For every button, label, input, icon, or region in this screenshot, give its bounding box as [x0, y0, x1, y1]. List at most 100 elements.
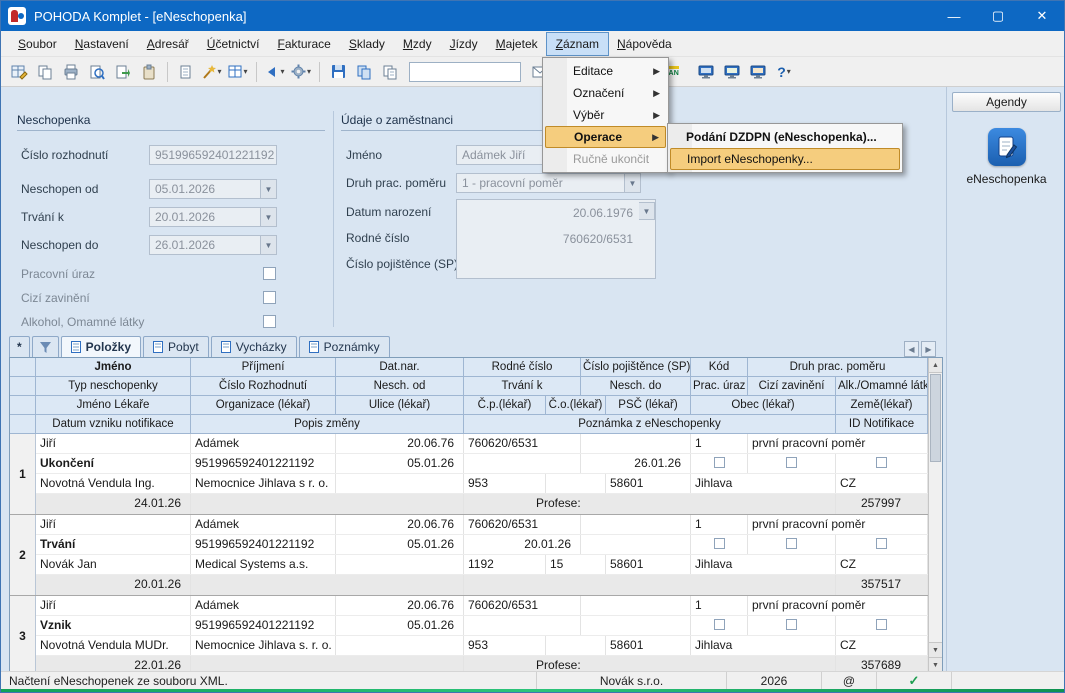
- grid-vertical-scrollbar[interactable]: ▲ ▼ ▼: [928, 358, 942, 672]
- cizi-zavineni-grid-checkbox[interactable]: [786, 619, 797, 630]
- copy-record-icon[interactable]: [33, 60, 57, 84]
- col-prac-uraz[interactable]: Prac. úraz: [691, 377, 748, 396]
- table-record[interactable]: 1 Jiří Adámek 20.06.76 760620/6531 1 prv…: [10, 434, 928, 515]
- col-organizace[interactable]: Organizace (lékař): [191, 396, 336, 415]
- tab-poznamky[interactable]: Poznámky: [299, 336, 390, 357]
- col-cizi-zavineni[interactable]: Cizí zavinění: [748, 377, 836, 396]
- menu-item-podani-dzdpn[interactable]: Podání DZDPN (eNeschopenka)...: [670, 126, 900, 148]
- druh-pomeru-dropdown[interactable]: ▼: [625, 173, 641, 193]
- menu-item-editace[interactable]: Editace▶: [545, 60, 666, 82]
- help-icon[interactable]: ?▾: [772, 60, 796, 84]
- menu-zaznam[interactable]: Záznam: [547, 33, 608, 55]
- export-icon[interactable]: [111, 60, 135, 84]
- cizi-zavineni-grid-checkbox[interactable]: [786, 457, 797, 468]
- col-prijmeni[interactable]: Příjmení: [191, 358, 336, 377]
- col-alk[interactable]: Alk./Omamné látky: [836, 377, 928, 396]
- menu-item-operace[interactable]: Operace▶: [545, 126, 666, 148]
- cizi-zavineni-grid-checkbox[interactable]: [786, 538, 797, 549]
- menu-nastaveni[interactable]: Nastavení: [66, 33, 138, 55]
- record-editor-icon[interactable]: [7, 60, 31, 84]
- menu-soubor[interactable]: Soubor: [9, 33, 66, 55]
- col-ulice[interactable]: Ulice (lékař): [336, 396, 464, 415]
- alk-grid-checkbox[interactable]: [876, 619, 887, 630]
- col-cislo-rozhodnuti[interactable]: Číslo Rozhodnutí: [191, 377, 336, 396]
- col-rodne-cislo[interactable]: Rodné číslo: [464, 358, 581, 377]
- scroll-down-button[interactable]: ▼: [929, 642, 942, 657]
- menu-item-oznaceni[interactable]: Označení▶: [545, 82, 666, 104]
- actions-wand-icon[interactable]: ▾: [200, 60, 224, 84]
- trvani-k-field[interactable]: 20.01.2026: [149, 207, 261, 227]
- tab-asterisk[interactable]: *: [9, 336, 30, 357]
- col-jmeno-lekare[interactable]: Jméno Lékaře: [36, 396, 191, 415]
- menu-napoveda[interactable]: Nápověda: [608, 33, 681, 55]
- alk-grid-checkbox[interactable]: [876, 457, 887, 468]
- maximize-button[interactable]: ▢: [976, 1, 1020, 31]
- alkohol-checkbox[interactable]: [263, 315, 276, 328]
- agenda-eneschopenka[interactable]: eNeschopenka: [947, 128, 1065, 186]
- trvani-k-dropdown[interactable]: ▼: [261, 207, 277, 227]
- menu-ucetnictvi[interactable]: Účetnictví: [198, 33, 269, 55]
- col-datum-notifikace[interactable]: Datum vzniku notifikace: [36, 415, 191, 434]
- scroll-up-button[interactable]: ▲: [929, 358, 942, 373]
- scrollbar-thumb[interactable]: [930, 374, 941, 462]
- neschopen-od-dropdown[interactable]: ▼: [261, 179, 277, 199]
- monitor-icon[interactable]: [720, 60, 744, 84]
- alk-grid-checkbox[interactable]: [876, 538, 887, 549]
- table-record[interactable]: 2 Jiří Adámek 20.06.76 760620/6531 1 prv…: [10, 515, 928, 596]
- datum-narozeni-dropdown[interactable]: ▼: [639, 202, 655, 220]
- pages-blue-icon[interactable]: [352, 60, 376, 84]
- col-id-notifikace[interactable]: ID Notifikace: [836, 415, 928, 434]
- clipboard-icon[interactable]: [137, 60, 161, 84]
- neschopen-do-dropdown[interactable]: ▼: [261, 235, 277, 255]
- new-page-icon[interactable]: [174, 60, 198, 84]
- col-druh-pomeru[interactable]: Druh prac. poměru: [748, 358, 928, 377]
- neschopen-od-field[interactable]: 05.01.2026: [149, 179, 261, 199]
- menu-majetek[interactable]: Majetek: [487, 33, 547, 55]
- col-trvani-k[interactable]: Trvání k: [464, 377, 581, 396]
- menu-adresar[interactable]: Adresář: [138, 33, 198, 55]
- copy-icon[interactable]: [378, 60, 402, 84]
- col-datnar[interactable]: Dat.nar.: [336, 358, 464, 377]
- col-popis-zmeny[interactable]: Popis změny: [191, 415, 464, 434]
- col-obec[interactable]: Obec (lékař): [691, 396, 836, 415]
- agendy-header[interactable]: Agendy: [952, 92, 1061, 112]
- prac-uraz-grid-checkbox[interactable]: [714, 457, 725, 468]
- settings-gear-icon[interactable]: ▾: [289, 60, 313, 84]
- tab-scroll-right[interactable]: ▶: [921, 341, 936, 357]
- menu-item-import-eneschopenky[interactable]: Import eNeschopenky...: [670, 148, 900, 170]
- tab-filter[interactable]: [32, 336, 59, 357]
- tab-pobyt[interactable]: Pobyt: [143, 336, 209, 357]
- col-kod[interactable]: Kód: [691, 358, 748, 377]
- pracovni-uraz-checkbox[interactable]: [263, 267, 276, 280]
- col-co[interactable]: Č.o.(lékař): [546, 396, 606, 415]
- col-cislo-pojistence[interactable]: Číslo pojištěnce (SP): [581, 358, 691, 377]
- cislo-pojistence-value[interactable]: [457, 252, 655, 278]
- scroll-end-button[interactable]: ▼: [929, 657, 942, 672]
- minimize-button[interactable]: —: [932, 1, 976, 31]
- save-icon[interactable]: [326, 60, 350, 84]
- tab-vychazky[interactable]: Vycházky: [211, 336, 297, 357]
- druh-pomeru-field[interactable]: 1 - pracovní poměr: [456, 173, 625, 193]
- back-arrow-icon[interactable]: ▾: [263, 60, 287, 84]
- menu-jizdy[interactable]: Jízdy: [441, 33, 487, 55]
- print-preview-icon[interactable]: [85, 60, 109, 84]
- menu-sklady[interactable]: Sklady: [340, 33, 394, 55]
- prac-uraz-grid-checkbox[interactable]: [714, 538, 725, 549]
- col-cp[interactable]: Č.p.(lékař): [464, 396, 546, 415]
- prac-uraz-grid-checkbox[interactable]: [714, 619, 725, 630]
- print-icon[interactable]: [59, 60, 83, 84]
- reports-grid-icon[interactable]: ▾: [226, 60, 250, 84]
- col-nesch-do[interactable]: Nesch. do: [581, 377, 691, 396]
- datum-narozeni-value[interactable]: 20.06.1976: [457, 200, 655, 226]
- monitor-icon[interactable]: [746, 60, 770, 84]
- neschopen-do-field[interactable]: 26.01.2026: [149, 235, 261, 255]
- search-input[interactable]: [409, 62, 521, 82]
- col-zeme[interactable]: Země(lékař): [836, 396, 928, 415]
- col-typ-neschopenky[interactable]: Typ neschopenky: [36, 377, 191, 396]
- col-psc[interactable]: PSČ (lékař): [606, 396, 691, 415]
- rodne-cislo-value[interactable]: 760620/6531: [457, 226, 655, 252]
- menu-item-rucne-ukoncit[interactable]: Ručně ukončit: [545, 148, 666, 170]
- close-button[interactable]: ✕: [1020, 1, 1064, 31]
- menu-item-vyber[interactable]: Výběr▶: [545, 104, 666, 126]
- menu-fakturace[interactable]: Fakturace: [268, 33, 339, 55]
